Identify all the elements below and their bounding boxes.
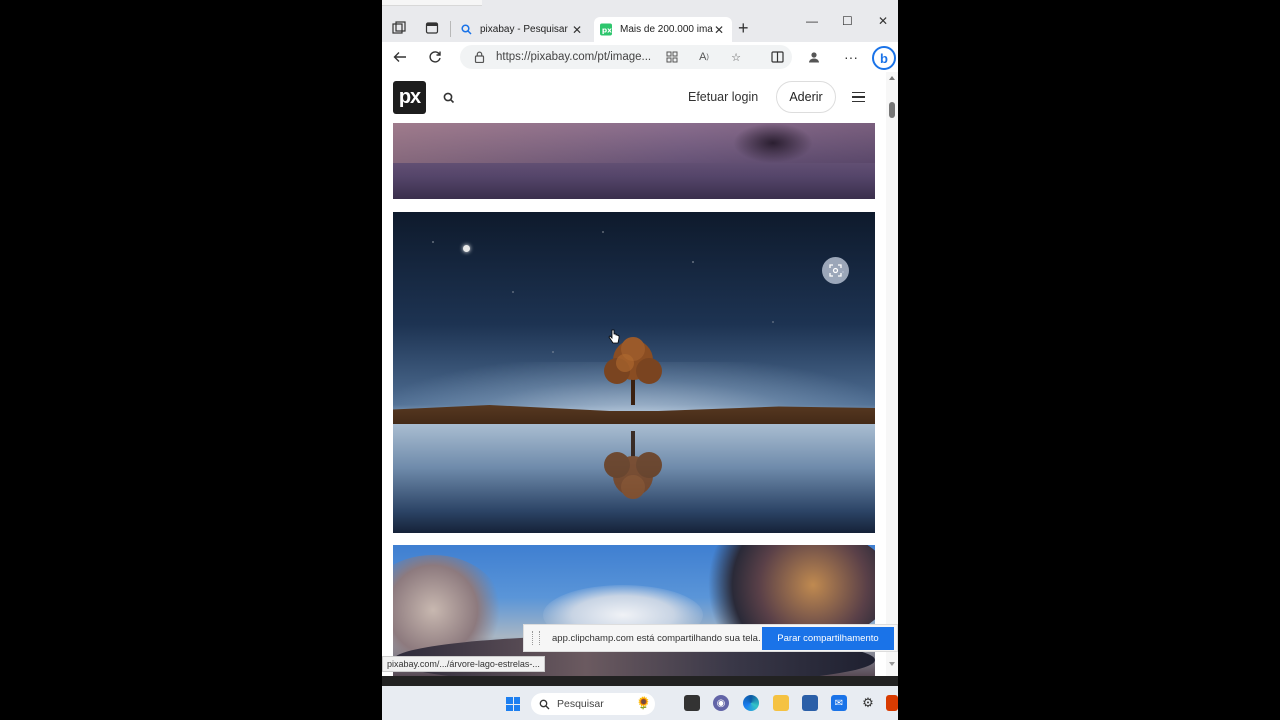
- scroll-up-arrow-icon[interactable]: [889, 76, 895, 80]
- favorite-star-icon[interactable]: ☆: [728, 49, 744, 65]
- tab-pixabay-images[interactable]: px Mais de 200.000 ima ✕: [594, 17, 732, 42]
- task-view-icon[interactable]: [684, 695, 700, 711]
- image-result[interactable]: [393, 123, 875, 199]
- maximize-icon[interactable]: ☐: [842, 14, 853, 28]
- image-result-tree-lake[interactable]: [393, 212, 875, 533]
- tab-strip: pixabay - Pesquisar ✕ px Mais de 200.000…: [382, 0, 898, 42]
- settings-gear-icon[interactable]: ⚙: [860, 695, 876, 711]
- app-available-icon[interactable]: [664, 49, 680, 65]
- scroll-down-arrow-icon[interactable]: [889, 662, 895, 666]
- browser-toolbar: https://pixabay.com/pt/image... A) ☆ ···: [382, 42, 898, 72]
- tab-actions-icon[interactable]: [423, 19, 441, 37]
- stop-sharing-button[interactable]: Parar compartilhamento: [762, 627, 894, 650]
- tab-separator: [450, 21, 451, 37]
- search-icon: [539, 699, 550, 709]
- edge-browser-icon[interactable]: [743, 695, 759, 711]
- mail-icon[interactable]: ✉: [831, 695, 847, 711]
- chat-icon[interactable]: ◉: [713, 695, 729, 711]
- workspaces-icon[interactable]: [390, 19, 408, 37]
- photo-silhouette: [733, 123, 813, 163]
- login-link[interactable]: Efetuar login: [688, 90, 758, 104]
- search-icon: [460, 24, 472, 36]
- tab-pixabay-search[interactable]: pixabay - Pesquisar ✕: [456, 17, 590, 42]
- search-highlight-icon: 🌻: [636, 696, 651, 710]
- search-icon[interactable]: [442, 91, 456, 105]
- tab-label: pixabay - Pesquisar: [480, 24, 568, 35]
- photo-tree-reflection: [604, 431, 662, 499]
- lock-icon[interactable]: [472, 50, 486, 64]
- new-tab-button[interactable]: +: [738, 19, 749, 37]
- tab-label: Mais de 200.000 ima: [620, 24, 713, 35]
- hand-cursor-icon: [608, 329, 620, 344]
- visual-search-icon[interactable]: [822, 257, 849, 284]
- taskbar-search-box[interactable]: Pesquisar 🌻: [531, 693, 655, 715]
- site-header: px Efetuar login Aderir: [382, 72, 886, 122]
- photo-tree: [604, 337, 662, 405]
- svg-text:px: px: [602, 26, 612, 35]
- address-bar[interactable]: https://pixabay.com/pt/image... A) ☆: [460, 45, 792, 69]
- scrollbar-thumb[interactable]: [889, 102, 895, 118]
- page-scrollbar[interactable]: [886, 72, 898, 676]
- more-options-icon[interactable]: ···: [841, 47, 861, 67]
- windows-start-icon[interactable]: [506, 697, 520, 711]
- windows-taskbar: Pesquisar 🌻 ◉ ✉ ⚙: [382, 686, 898, 720]
- photo-moon: [463, 245, 470, 252]
- window-bottom-edge: [382, 676, 898, 686]
- pixabay-logo[interactable]: px: [393, 81, 426, 114]
- refresh-button[interactable]: [425, 47, 445, 67]
- hamburger-menu-icon[interactable]: [852, 92, 865, 102]
- taskbar-search-placeholder: Pesquisar: [557, 698, 604, 710]
- url-text: https://pixabay.com/pt/image...: [496, 51, 652, 63]
- profile-icon[interactable]: [804, 47, 824, 67]
- minimize-icon[interactable]: —: [806, 14, 818, 28]
- status-bar-url: pixabay.com/.../árvore-lago-estrelas-...: [382, 656, 545, 672]
- read-aloud-icon[interactable]: A): [696, 49, 712, 65]
- bing-copilot-icon[interactable]: b: [872, 46, 896, 70]
- microsoft-store-icon[interactable]: [802, 695, 818, 711]
- close-tab-icon[interactable]: ✕: [572, 23, 582, 37]
- file-explorer-icon[interactable]: [773, 695, 789, 711]
- office-icon[interactable]: [886, 695, 898, 711]
- close-window-icon[interactable]: ✕: [878, 14, 888, 28]
- drag-handle-icon[interactable]: [532, 631, 540, 645]
- browser-window: pixabay - Pesquisar ✕ px Mais de 200.000…: [382, 0, 898, 720]
- background-window-edge: [382, 0, 482, 6]
- split-screen-icon[interactable]: [767, 47, 787, 67]
- back-button[interactable]: [390, 47, 410, 67]
- page-viewport: px Efetuar login Aderir: [382, 72, 886, 676]
- close-tab-icon[interactable]: ✕: [714, 23, 724, 37]
- sharing-message: app.clipchamp.com está compartilhando su…: [552, 632, 761, 644]
- pixabay-favicon: px: [600, 23, 612, 36]
- join-button[interactable]: Aderir: [776, 81, 836, 113]
- screen-sharing-bar: app.clipchamp.com está compartilhando su…: [523, 624, 898, 652]
